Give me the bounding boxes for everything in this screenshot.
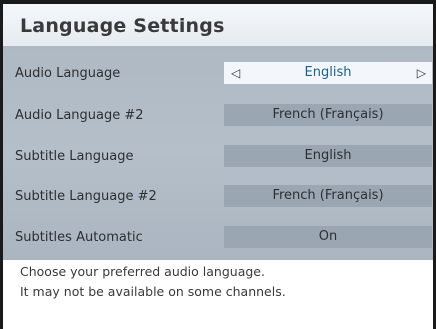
- settings-panel: Audio Language ◁ English ▷ Audio Languag…: [3, 46, 433, 260]
- setting-value-selector[interactable]: ◁ English ▷: [224, 62, 432, 84]
- help-text-line-1: Choose your preferred audio language.: [20, 264, 265, 279]
- setting-value-selector[interactable]: On: [224, 226, 432, 248]
- arrow-right-icon[interactable]: ▷: [417, 62, 426, 84]
- help-text-line-2: It may not be available on some channels…: [20, 284, 286, 299]
- setting-label: Audio Language: [15, 66, 121, 81]
- setting-label: Subtitle Language: [15, 149, 134, 164]
- setting-value: French (Français): [272, 188, 384, 203]
- language-settings-screen: Language Settings Audio Language ◁ Engli…: [0, 0, 436, 329]
- setting-value: English: [304, 65, 352, 80]
- setting-value: On: [318, 229, 338, 244]
- setting-value-selector[interactable]: French (Français): [224, 185, 432, 207]
- setting-row-audio-language[interactable]: Audio Language ◁ English ▷: [3, 54, 433, 94]
- page-title: Language Settings: [20, 15, 225, 37]
- setting-value-selector[interactable]: English: [224, 145, 432, 167]
- setting-value-selector[interactable]: French (Français): [224, 104, 432, 126]
- setting-row-audio-language-2[interactable]: Audio Language #2 French (Français): [3, 96, 433, 136]
- help-text-area: Choose your preferred audio language. It…: [3, 260, 433, 329]
- title-bar: Language Settings: [3, 4, 433, 46]
- setting-value: English: [304, 148, 352, 163]
- setting-row-subtitle-language-2[interactable]: Subtitle Language #2 French (Français): [3, 177, 433, 217]
- setting-row-subtitles-automatic[interactable]: Subtitles Automatic On: [3, 218, 433, 258]
- setting-label: Audio Language #2: [15, 108, 144, 123]
- setting-label: Subtitles Automatic: [15, 230, 143, 245]
- arrow-left-icon[interactable]: ◁: [231, 62, 240, 84]
- setting-row-subtitle-language[interactable]: Subtitle Language English: [3, 137, 433, 177]
- setting-value: French (Français): [272, 107, 384, 122]
- setting-label: Subtitle Language #2: [15, 189, 157, 204]
